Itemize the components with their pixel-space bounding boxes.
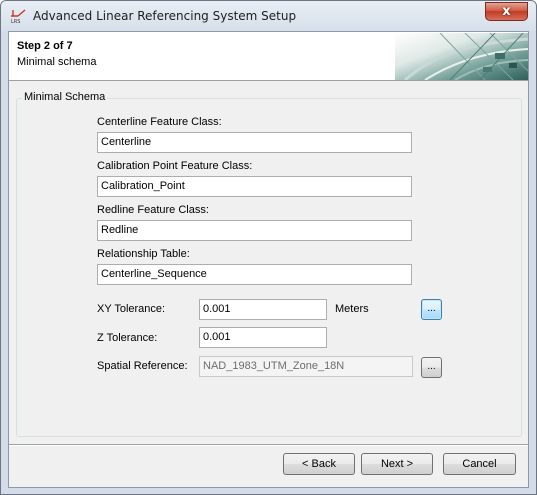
calibration-label: Calibration Point Feature Class: xyxy=(97,160,253,172)
back-button[interactable]: < Back xyxy=(283,453,355,475)
z-tolerance-field[interactable]: 0.001 xyxy=(199,327,327,348)
wizard-content: Step 2 of 7 Minimal schema Minimal Schem… xyxy=(8,31,529,488)
spatial-reference-label: Spatial Reference: xyxy=(97,360,188,372)
cancel-button[interactable]: Cancel xyxy=(443,453,516,475)
centerline-label: Centerline Feature Class: xyxy=(97,116,222,128)
footer-divider xyxy=(9,444,528,446)
xy-tolerance-browse-button[interactable]: ... xyxy=(421,299,442,320)
spatial-reference-field: NAD_1983_UTM_Zone_18N xyxy=(199,356,413,377)
centerline-field[interactable]: Centerline xyxy=(97,132,412,153)
redline-label: Redline Feature Class: xyxy=(97,204,209,216)
relationship-field[interactable]: Centerline_Sequence xyxy=(97,264,412,285)
banner-image xyxy=(395,33,528,80)
title-bar[interactable]: LRS Advanced Linear Referencing System S… xyxy=(1,1,536,31)
z-tolerance-label: Z Tolerance: xyxy=(97,332,158,344)
step-title: Step 2 of 7 xyxy=(17,40,73,52)
close-button[interactable]: x xyxy=(485,2,528,21)
lrs-app-icon: LRS xyxy=(11,9,26,25)
xy-tolerance-field[interactable]: 0.001 xyxy=(199,299,327,320)
relationship-label: Relationship Table: xyxy=(97,248,190,260)
spatial-reference-browse-button[interactable]: ... xyxy=(421,357,442,378)
window-title: Advanced Linear Referencing System Setup xyxy=(33,9,297,23)
close-icon: x xyxy=(502,4,511,19)
redline-field[interactable]: Redline xyxy=(97,220,412,241)
xy-tolerance-label: XY Tolerance: xyxy=(97,303,166,315)
group-title: Minimal Schema xyxy=(22,91,108,103)
step-subtitle: Minimal schema xyxy=(17,56,97,68)
lrs-icon-text: LRS xyxy=(11,19,20,25)
next-button[interactable]: Next > xyxy=(361,453,433,475)
wizard-header: Step 2 of 7 Minimal schema xyxy=(9,32,528,81)
calibration-field[interactable]: Calibration_Point xyxy=(97,176,412,197)
xy-units-label: Meters xyxy=(335,303,369,315)
setup-wizard-window: LRS Advanced Linear Referencing System S… xyxy=(0,0,537,495)
